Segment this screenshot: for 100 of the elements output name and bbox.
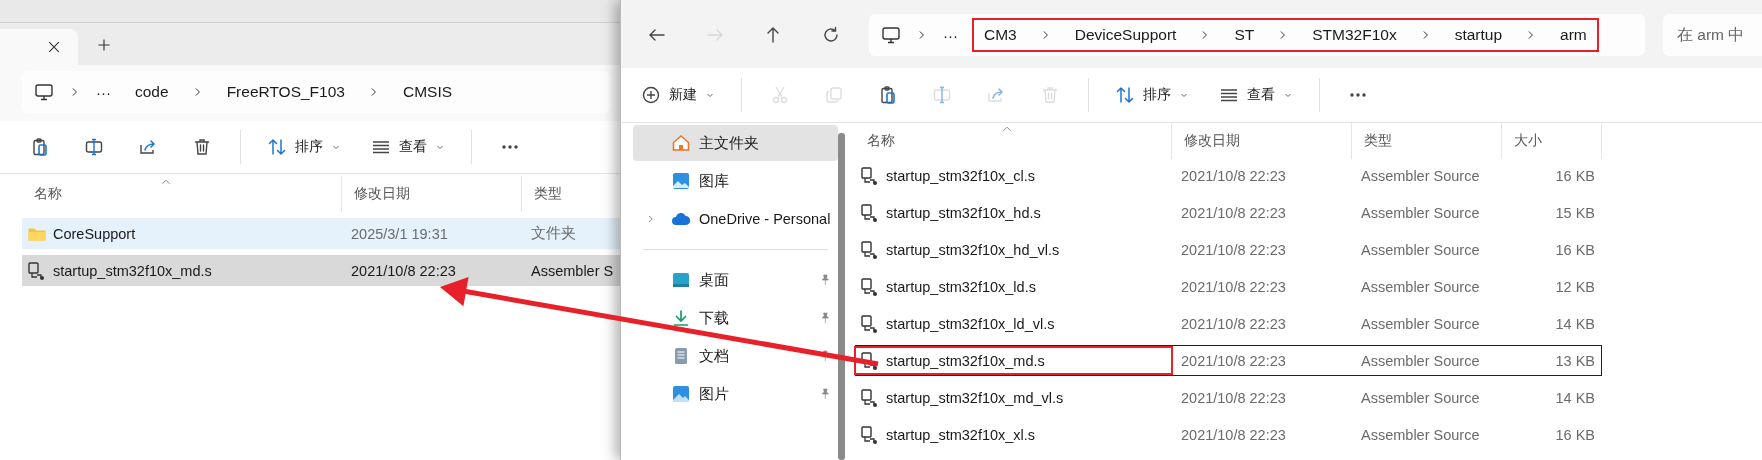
file-icon bbox=[860, 350, 880, 371]
file-name: startup_stm32f10x_ld_vl.s bbox=[886, 315, 1055, 332]
text-box-icon bbox=[932, 85, 952, 105]
file-size: 12 KB bbox=[1554, 278, 1596, 295]
breadcrumb[interactable]: DeviceSupport bbox=[1074, 26, 1177, 44]
sort-button[interactable]: 排序 bbox=[1107, 76, 1197, 114]
modified-date: 2021/10/8 22:23 bbox=[1180, 241, 1287, 258]
file-icon bbox=[860, 387, 880, 408]
more-icon bbox=[501, 145, 519, 149]
breadcrumb[interactable]: ST bbox=[1234, 26, 1255, 44]
file-icon bbox=[860, 313, 880, 334]
column-header[interactable]: 名称 bbox=[855, 123, 1172, 159]
column-header[interactable]: 修改日期 bbox=[342, 176, 522, 212]
column-header[interactable]: 类型 bbox=[1352, 123, 1502, 159]
file-row[interactable]: startup_stm32f10x_ld_vl.s 2021/10/8 22:23 Assembler Source 14 KB bbox=[855, 308, 1602, 339]
breadcrumb[interactable]: FreeRTOS_F103 bbox=[226, 83, 345, 101]
sidebar-item[interactable]: 桌面 bbox=[633, 262, 838, 298]
file-name: CoreSupport bbox=[53, 225, 136, 242]
file-name: startup_stm32f10x_cl.s bbox=[886, 167, 1036, 184]
sidebar-item[interactable]: OneDrive - Personal bbox=[633, 201, 838, 237]
file-size: 16 KB bbox=[1554, 241, 1596, 258]
close-icon bbox=[46, 39, 62, 55]
file-size: 16 KB bbox=[1554, 167, 1596, 184]
share-icon bbox=[986, 85, 1006, 105]
column-header[interactable]: 修改日期 bbox=[1172, 123, 1352, 159]
file-row[interactable]: startup_stm32f10x_ld.s 2021/10/8 22:23 Assembler Source 12 KB bbox=[855, 271, 1602, 302]
file-icon bbox=[860, 276, 880, 297]
plus-icon bbox=[96, 37, 112, 53]
trash-icon bbox=[192, 137, 212, 157]
address-bar[interactable]: ··· code FreeRTOS_F103 CMSIS bbox=[22, 71, 610, 113]
breadcrumb[interactable]: CM3 bbox=[984, 26, 1017, 44]
share-icon bbox=[138, 137, 158, 157]
gallery-icon bbox=[671, 171, 691, 191]
sidebar-item[interactable]: 下载 bbox=[633, 300, 838, 336]
file-row[interactable]: startup_stm32f10x_md.s 2021/10/8 22:23 Assembler Source 13 KB bbox=[855, 345, 1602, 376]
sidebar-item[interactable]: 图库 bbox=[633, 163, 838, 199]
file-name: startup_stm32f10x_md_vl.s bbox=[886, 389, 1064, 406]
file-icon bbox=[860, 202, 880, 223]
file-size: 14 KB bbox=[1554, 315, 1596, 332]
file-size: 14 KB bbox=[1554, 389, 1596, 406]
desktop-icon bbox=[671, 270, 691, 290]
path-overflow[interactable]: ··· bbox=[943, 26, 958, 44]
modified-date: 2021/10/8 22:23 bbox=[1180, 352, 1287, 369]
file-name: startup_stm32f10x_md.s bbox=[53, 262, 212, 279]
file-type: Assembler Source bbox=[1360, 167, 1481, 184]
modified-date: 2025/3/1 19:31 bbox=[350, 225, 449, 242]
file-name: startup_stm32f10x_ld.s bbox=[886, 278, 1036, 295]
column-header[interactable]: 大小 bbox=[1502, 123, 1602, 159]
file-name: startup_stm32f10x_xl.s bbox=[886, 426, 1036, 443]
file-row[interactable]: startup_stm32f10x_hd.s 2021/10/8 22:23 Assembler Source 15 KB bbox=[855, 197, 1602, 228]
sort-arrows-icon bbox=[1115, 85, 1135, 105]
sidebar-item[interactable]: 图片 bbox=[633, 376, 838, 412]
plus-circle-icon bbox=[641, 85, 661, 105]
file-row[interactable]: startup_stm32f10x_md_vl.s 2021/10/8 22:23 Assembler Source 14 KB bbox=[855, 382, 1602, 413]
breadcrumb[interactable]: startup bbox=[1454, 26, 1503, 44]
scrollbar[interactable] bbox=[838, 133, 845, 460]
file-row[interactable]: startup_stm32f10x_xl.s 2021/10/8 22:23 Assembler Source 16 KB bbox=[855, 419, 1602, 450]
clipboard-icon bbox=[878, 85, 898, 105]
file-row[interactable]: startup_stm32f10x_hd_vl.s 2021/10/8 22:23 Assembler Source 16 KB bbox=[855, 234, 1602, 265]
path-overflow[interactable]: ··· bbox=[96, 83, 111, 101]
file-type: Assembler Source bbox=[1360, 204, 1481, 221]
breadcrumb[interactable]: STM32F10x bbox=[1312, 26, 1397, 44]
modified-date: 2021/10/8 22:23 bbox=[1180, 389, 1287, 406]
view-button[interactable]: 查看 bbox=[1211, 76, 1301, 114]
modified-date: 2021/10/8 22:23 bbox=[1180, 315, 1287, 332]
sort-button[interactable]: 排序 bbox=[259, 128, 349, 166]
refresh-icon bbox=[821, 25, 841, 45]
file-icon bbox=[860, 239, 880, 260]
modified-date: 2021/10/8 22:23 bbox=[1180, 204, 1287, 221]
file-size: 15 KB bbox=[1554, 204, 1596, 221]
file-icon bbox=[860, 165, 880, 186]
file-name: startup_stm32f10x_hd_vl.s bbox=[886, 241, 1060, 258]
address-bar[interactable]: ··· CM3 DeviceSupport ST STM32F10x startup arm bbox=[869, 14, 1645, 56]
new-button[interactable]: 新建 bbox=[633, 76, 723, 114]
sidebar-item[interactable]: 主文件夹 bbox=[633, 125, 838, 161]
breadcrumb[interactable]: CMSIS bbox=[402, 83, 453, 101]
view-button[interactable]: 查看 bbox=[363, 128, 453, 166]
modified-date: 2021/10/8 22:23 bbox=[350, 262, 457, 279]
scissors-icon bbox=[770, 85, 790, 105]
file-row[interactable]: CoreSupport 2025/3/1 19:31 文件夹 bbox=[22, 218, 620, 249]
file-type: Assembler Source bbox=[1360, 352, 1481, 369]
column-header[interactable]: 名称 bbox=[22, 176, 342, 212]
file-type: Assembler Source bbox=[1360, 278, 1481, 295]
file-type: Assembler Source bbox=[1360, 389, 1481, 406]
file-type: Assembler Source bbox=[1360, 426, 1481, 443]
clipboard-icon bbox=[30, 137, 50, 157]
file-size: 13 KB bbox=[1554, 352, 1596, 369]
monitor-icon bbox=[881, 25, 901, 45]
more-icon bbox=[1349, 93, 1367, 97]
file-name: startup_stm32f10x_hd.s bbox=[886, 204, 1041, 221]
file-row[interactable]: startup_stm32f10x_cl.s 2021/10/8 22:23 Assembler Source 16 KB bbox=[855, 160, 1602, 191]
home-icon bbox=[671, 133, 691, 153]
file-row[interactable]: startup_stm32f10x_md.s 2021/10/8 22:23 Assembler S bbox=[22, 255, 620, 286]
text-box-icon bbox=[84, 137, 104, 157]
file-type: Assembler Source bbox=[1360, 241, 1481, 258]
search-field[interactable]: 在 arm 中 bbox=[1663, 14, 1762, 56]
breadcrumb[interactable]: arm bbox=[1560, 26, 1587, 44]
modified-date: 2021/10/8 22:23 bbox=[1180, 167, 1287, 184]
breadcrumb[interactable]: code bbox=[135, 83, 169, 101]
sort-arrows-icon bbox=[267, 137, 287, 157]
